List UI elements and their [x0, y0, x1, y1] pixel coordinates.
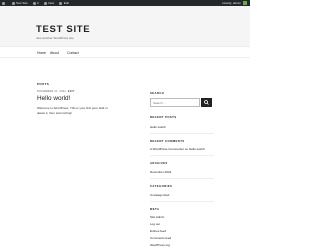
widget-divider: [150, 155, 214, 156]
plus-icon: [43, 1, 47, 5]
admin-bar-item-wordpress[interactable]: [2, 1, 7, 5]
category-item[interactable]: Uncategorized: [150, 193, 169, 197]
admin-bar-new-label: New: [48, 1, 55, 5]
archive-item[interactable]: November 2022: [150, 170, 171, 174]
recent-comments-heading: RECENT COMMENTS: [150, 139, 185, 143]
search-field-wrapper: [150, 98, 200, 107]
home-icon: [11, 1, 15, 5]
post-title[interactable]: Hello world!: [37, 95, 70, 102]
nav-item-home[interactable]: Home: [37, 51, 46, 55]
post-excerpt: Welcome to WordPress. This is your first…: [37, 106, 108, 115]
posts-heading: POSTS: [37, 82, 50, 86]
search-icon: [204, 100, 209, 105]
search-input[interactable]: [153, 100, 199, 105]
widget-divider: [150, 201, 214, 202]
admin-bar-edit-label: Edit: [63, 1, 69, 5]
comment-icon: [32, 1, 36, 5]
edit-icon: [59, 1, 63, 5]
post-edit-link[interactable]: EDIT: [68, 90, 75, 93]
meta-item-entries-feed[interactable]: Entries feed: [150, 229, 166, 233]
admin-bar-comments-count: 0: [37, 1, 39, 5]
admin-bar-item-site[interactable]: Test Site: [11, 1, 28, 5]
admin-bar-item-edit[interactable]: Edit: [59, 1, 69, 5]
recent-comment-item[interactable]: A WordPress Commenter on Hello world!: [150, 147, 205, 151]
site-tagline: Just another WordPress site: [36, 36, 74, 40]
recent-post-item[interactable]: Hello world!: [150, 125, 166, 129]
search-widget-heading: SEARCH: [150, 91, 165, 95]
meta-item-comments-feed[interactable]: Comments feed: [150, 236, 171, 240]
admin-bar-account-label: Howdy, admin: [222, 1, 241, 5]
archives-heading: ARCHIVES: [150, 161, 168, 165]
meta-item-site-admin[interactable]: Site Admin: [150, 215, 164, 219]
admin-bar-site-label: Test Site: [16, 1, 28, 5]
nav-item-about[interactable]: About: [50, 51, 59, 55]
widget-divider: [150, 178, 214, 179]
categories-heading: CATEGORIES: [150, 184, 173, 188]
meta-item-log-out[interactable]: Log out: [150, 222, 160, 226]
meta-heading: META: [150, 207, 160, 211]
post-date[interactable]: NOVEMBER 21, 2022: [37, 90, 66, 93]
wordpress-icon: [2, 1, 5, 5]
site-title[interactable]: TEST SITE: [36, 24, 90, 35]
post-meta: NOVEMBER 21, 2022, EDIT: [37, 90, 75, 93]
nav-item-contact[interactable]: Contact: [67, 51, 79, 55]
admin-bar-item-comments[interactable]: 0: [32, 1, 39, 5]
admin-bar-item-new[interactable]: New: [43, 1, 55, 5]
main-navigation: Home About Contact: [0, 46, 250, 58]
avatar: [243, 1, 247, 5]
meta-item-wordpress-org[interactable]: WordPress.org: [150, 243, 170, 247]
search-button[interactable]: [201, 98, 212, 107]
widget-divider: [150, 133, 214, 134]
recent-posts-heading: RECENT POSTS: [150, 115, 177, 119]
